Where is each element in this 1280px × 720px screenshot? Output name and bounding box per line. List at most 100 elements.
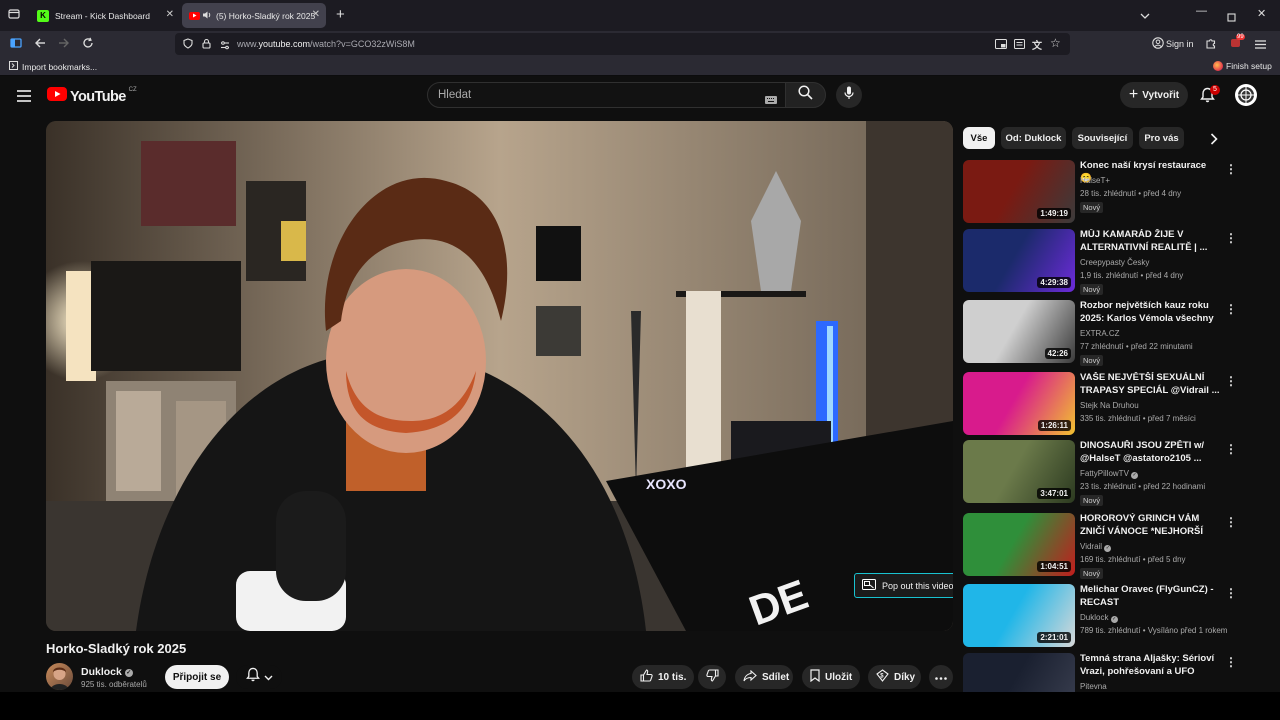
close-window-icon[interactable]: ✕ bbox=[1257, 7, 1266, 20]
video-player[interactable]: DE XOXO Pop out this video bbox=[46, 121, 953, 631]
recommended-channel-row[interactable]: EXTRA.CZ bbox=[1080, 329, 1120, 338]
lock-icon[interactable] bbox=[202, 38, 211, 52]
bell-icon bbox=[245, 667, 260, 687]
search-input[interactable] bbox=[438, 87, 738, 103]
youtube-logo[interactable]: YouTube CZ bbox=[47, 87, 137, 106]
chip-from-channel[interactable]: Od: Duklock bbox=[1001, 127, 1066, 149]
recommended-video-item[interactable]: 4:29:38 MŮJ KAMARÁD ŽIJE V ALTERNATIVNÍ R… bbox=[963, 229, 1240, 295]
video-thumbnail[interactable]: 42:26 bbox=[963, 300, 1075, 363]
user-avatar[interactable] bbox=[1235, 84, 1257, 106]
video-thumbnail[interactable]: 3:47:01 bbox=[963, 440, 1075, 503]
video-thumbnail[interactable]: 1:49:19 bbox=[963, 160, 1075, 223]
recommended-video-title[interactable]: Temná strana Aljašky: Sérioví Vrazi, poh… bbox=[1080, 653, 1220, 678]
sign-in-button[interactable]: Sign in bbox=[1166, 39, 1194, 49]
bookmark-star-icon[interactable]: ☆ bbox=[1050, 36, 1061, 50]
chip-related[interactable]: Související bbox=[1072, 127, 1133, 149]
finish-setup-item[interactable]: Finish setup bbox=[1213, 61, 1272, 71]
recommended-video-title[interactable]: DINOSAUŘI JSOU ZPĚTI w/ @HalseT @astator… bbox=[1080, 440, 1220, 465]
recommended-channel-name: FattyPillowTV bbox=[1080, 469, 1129, 478]
close-icon[interactable]: ✕ bbox=[166, 9, 174, 20]
save-button[interactable]: Uložit bbox=[802, 665, 860, 689]
more-horizontal-icon bbox=[935, 672, 947, 683]
recommended-channel-row[interactable]: HalseT+ bbox=[1080, 176, 1110, 185]
minimize-icon[interactable]: — bbox=[1196, 5, 1207, 17]
video-thumbnail[interactable]: 1:26:11 bbox=[963, 372, 1075, 435]
back-icon[interactable] bbox=[34, 37, 46, 52]
recommended-video-title[interactable]: VAŠE NEJVĚTŠÍ SEXUÁLNÍ TRAPASY SPECIÁL @… bbox=[1080, 372, 1220, 397]
dislike-button[interactable] bbox=[698, 665, 726, 689]
recommended-channel-row[interactable]: Vidrail ✓ bbox=[1080, 542, 1112, 552]
recommended-video-title[interactable]: HOROROVÝ GRINCH VÁM ZNIČÍ VÁNOCE *NEJHOR… bbox=[1080, 513, 1220, 539]
search-button[interactable] bbox=[785, 82, 826, 108]
menu-icon[interactable] bbox=[1255, 38, 1266, 52]
speaker-icon[interactable] bbox=[203, 11, 212, 21]
video-thumbnail[interactable]: 4:29:38 bbox=[963, 229, 1075, 292]
share-button[interactable]: Sdílet bbox=[735, 665, 793, 689]
recommended-video-item[interactable]: 1:04:51 HOROROVÝ GRINCH VÁM ZNIČÍ VÁNOCE … bbox=[963, 513, 1240, 579]
pop-out-label: Pop out this video bbox=[882, 580, 953, 591]
recommended-video-title[interactable]: MŮJ KAMARÁD ŽIJE V ALTERNATIVNÍ REALITĚ … bbox=[1080, 229, 1220, 254]
recommended-video-item[interactable]: 2:21:01 Melichar Oravec (FlyGunCZ) - RECA… bbox=[963, 584, 1240, 650]
recommended-video-item[interactable]: 42:26 Rozbor největších kauz roku 2025: K… bbox=[963, 300, 1240, 366]
picture-in-picture-icon[interactable] bbox=[995, 38, 1007, 52]
pop-out-icon bbox=[862, 579, 876, 592]
recommended-video-item[interactable]: 3:47:01 DINOSAUŘI JSOU ZPĚTI w/ @HalseT @… bbox=[963, 440, 1240, 506]
recommended-video-item[interactable]: 1:26:11 VAŠE NEJVĚTŠÍ SEXUÁLNÍ TRAPASY SP… bbox=[963, 372, 1240, 438]
pop-out-video-button[interactable]: Pop out this video bbox=[854, 573, 953, 598]
recommended-channel-row[interactable]: Stejk Na Druhou bbox=[1080, 401, 1139, 410]
chevron-right-icon[interactable] bbox=[1210, 132, 1218, 150]
more-vertical-icon[interactable]: ⋮ bbox=[1225, 302, 1237, 316]
recommended-video-title[interactable]: Melichar Oravec (FlyGunCZ) - RECAST bbox=[1080, 584, 1220, 609]
recommended-channel-row[interactable]: Duklock ✓ bbox=[1080, 613, 1118, 623]
video-thumbnail[interactable]: 2:21:01 bbox=[963, 584, 1075, 647]
bookmarks-bar: Import bookmarks... Finish setup bbox=[0, 57, 1280, 76]
keyboard-icon[interactable] bbox=[765, 91, 777, 109]
more-vertical-icon[interactable]: ⋮ bbox=[1225, 442, 1237, 456]
subscription-bell-button[interactable] bbox=[236, 665, 282, 689]
create-button[interactable]: + Vytvořit bbox=[1120, 82, 1188, 108]
recommended-channel-row[interactable]: Pitevna bbox=[1080, 682, 1107, 691]
sidebar-toggle-icon[interactable] bbox=[10, 37, 22, 52]
tab-kick-dashboard[interactable]: K Stream - Kick Dashboard ✕ bbox=[30, 3, 180, 28]
forward-icon[interactable] bbox=[58, 37, 70, 52]
hamburger-menu-icon[interactable] bbox=[17, 89, 31, 107]
chip-for-you[interactable]: Pro vás bbox=[1139, 127, 1184, 149]
restore-icon[interactable] bbox=[1227, 11, 1236, 25]
translate-icon[interactable]: 文 bbox=[1032, 37, 1042, 52]
thanks-button[interactable]: $ Díky bbox=[868, 665, 921, 689]
address-bar[interactable]: www.youtube.com/watch?v=GCO32zWiS8M 文 ☆ bbox=[175, 33, 1070, 55]
reload-icon[interactable] bbox=[82, 37, 94, 52]
more-vertical-icon[interactable]: ⋮ bbox=[1225, 231, 1237, 245]
voice-search-button[interactable] bbox=[836, 82, 862, 108]
channel-name-row[interactable]: Duklock ✓ bbox=[81, 666, 133, 678]
channel-avatar[interactable] bbox=[46, 663, 73, 690]
recommended-video-title[interactable]: Rozbor největších kauz roku 2025: Karlos… bbox=[1080, 300, 1220, 326]
more-vertical-icon[interactable]: ⋮ bbox=[1225, 162, 1237, 176]
like-button[interactable]: 10 tis. bbox=[632, 665, 694, 689]
reader-view-icon[interactable] bbox=[1014, 38, 1025, 52]
import-bookmarks-item[interactable]: Import bookmarks... bbox=[9, 61, 97, 72]
recommended-channel-row[interactable]: FattyPillowTV ✓ bbox=[1080, 469, 1139, 479]
chip-all[interactable]: Vše bbox=[963, 127, 995, 149]
account-icon[interactable] bbox=[1152, 37, 1164, 52]
more-vertical-icon[interactable]: ⋮ bbox=[1225, 586, 1237, 600]
extensions-icon[interactable] bbox=[1205, 37, 1217, 52]
more-actions-button[interactable] bbox=[929, 665, 953, 689]
subscriber-count: 925 tis. odběratelů bbox=[81, 680, 147, 689]
recommended-video-item[interactable]: 1:49:19 Konec naší krysí restaurace 😁 Hals… bbox=[963, 160, 1240, 226]
tab-youtube-video[interactable]: (5) Horko-Sladký rok 2025 ✕ bbox=[182, 3, 326, 28]
video-duration: 1:49:19 bbox=[1037, 208, 1071, 219]
recommended-channel-row[interactable]: Creepypasty Česky bbox=[1080, 258, 1149, 267]
permissions-icon[interactable] bbox=[220, 39, 230, 53]
more-vertical-icon[interactable]: ⋮ bbox=[1225, 374, 1237, 388]
list-all-tabs-icon[interactable] bbox=[1140, 9, 1150, 23]
new-tab-icon[interactable]: + bbox=[336, 7, 345, 22]
more-vertical-icon[interactable]: ⋮ bbox=[1225, 515, 1237, 529]
more-vertical-icon[interactable]: ⋮ bbox=[1225, 655, 1237, 669]
shield-icon[interactable] bbox=[183, 38, 193, 52]
tab-overview-icon[interactable] bbox=[8, 8, 20, 23]
tab-label: (5) Horko-Sladký rok 2025 bbox=[216, 10, 316, 21]
close-icon[interactable]: ✕ bbox=[312, 9, 320, 20]
video-thumbnail[interactable]: 1:04:51 bbox=[963, 513, 1075, 576]
join-button[interactable]: Připojit se bbox=[165, 665, 229, 689]
